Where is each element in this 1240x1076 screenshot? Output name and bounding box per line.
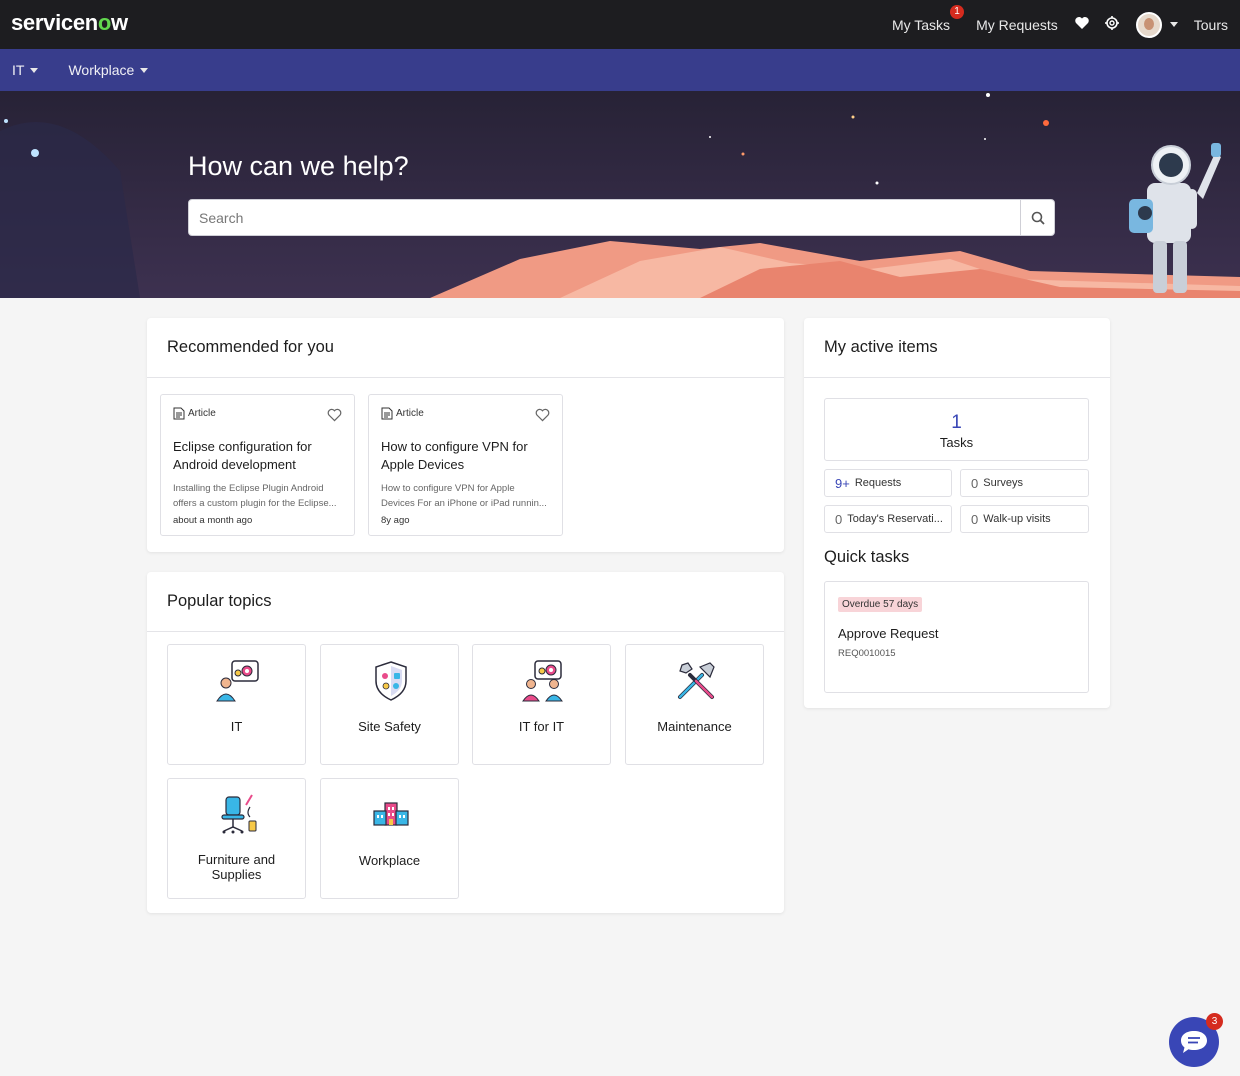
surveys-stat[interactable]: 0 Surveys <box>960 469 1089 497</box>
logo-o: o <box>97 10 112 35</box>
topic-furniture-and-supplies[interactable]: Furniture and Supplies <box>167 778 306 899</box>
chevron-down-icon <box>1169 22 1178 27</box>
active-items-title: My active items <box>804 318 1110 378</box>
article-type: Article <box>381 407 550 420</box>
quick-tasks-title: Quick tasks <box>824 548 910 566</box>
stat-label: Requests <box>854 477 902 489</box>
stat-label: Today's Reservati... <box>847 513 943 525</box>
servicenow-logo[interactable]: servicenow <box>11 10 128 36</box>
chat-button[interactable]: 3 <box>1169 1013 1223 1067</box>
quick-task-title: Approve Request <box>838 626 939 641</box>
my-tasks-link[interactable]: My Tasks 1 <box>891 4 965 33</box>
article-title[interactable]: Eclipse configuration for Android develo… <box>173 438 342 474</box>
article-card[interactable]: Article How to configure VPN for Apple D… <box>368 394 563 536</box>
topic-label: Workplace <box>358 853 421 868</box>
topic-label: Maintenance <box>657 719 732 734</box>
hero-title: How can we help? <box>188 151 409 181</box>
tasks-summary[interactable]: 1 Tasks <box>824 398 1089 461</box>
walk-up-visits-stat[interactable]: 0 Walk-up visits <box>960 505 1089 533</box>
article-description: Installing the Eclipse Plugin Android of… <box>173 483 337 509</box>
topic-label: IT <box>230 719 243 734</box>
search-icon <box>1031 211 1045 225</box>
chat-bubble-icon <box>1181 1031 1207 1053</box>
menu-workplace[interactable]: Workplace <box>68 62 149 78</box>
favorite-heart-icon[interactable] <box>327 408 342 422</box>
topic-it[interactable]: IT <box>167 644 306 765</box>
stat-label: Walk-up visits <box>983 513 1051 525</box>
top-nav: My Tasks 1 My Requests Tours <box>874 0 1228 49</box>
article-card[interactable]: Article Eclipse configuration for Androi… <box>160 394 355 536</box>
user-avatar-menu[interactable] <box>1135 11 1178 38</box>
reservations-stat[interactable]: 0 Today's Reservati... <box>824 505 952 533</box>
active-items-card: My active items 1 Tasks 9+ Requests 0 Surv… <box>804 318 1110 708</box>
menu-it-label: IT <box>12 62 25 78</box>
hero-banner: How can we help? <box>0 91 1240 298</box>
topic-label: IT for IT <box>518 719 565 734</box>
my-tasks-label: My Tasks <box>891 16 951 33</box>
stat-count: 0 <box>971 511 979 527</box>
chevron-down-icon <box>140 67 149 73</box>
favorite-heart-icon[interactable] <box>535 408 550 422</box>
shield-icon <box>375 661 407 701</box>
popular-topics-card: Popular topics IT Site Safety IT for IT … <box>147 572 784 913</box>
article-time: 8y ago <box>381 515 410 526</box>
topic-label: Site Safety <box>358 719 421 734</box>
it-support-icon <box>216 660 259 702</box>
quick-task-item[interactable]: Overdue 57 days Approve Request REQ00100… <box>824 581 1089 693</box>
article-type: Article <box>173 407 342 420</box>
overdue-badge: Overdue 57 days <box>838 597 923 612</box>
tours-link[interactable]: Tours <box>1194 17 1228 33</box>
document-icon <box>173 407 185 420</box>
office-chair-icon <box>221 794 257 834</box>
stat-count: 9+ <box>835 475 850 491</box>
search-input[interactable] <box>189 200 1020 235</box>
avatar <box>1135 11 1162 38</box>
article-description: How to configure VPN for Apple Devices F… <box>381 483 547 509</box>
stat-count: 0 <box>835 511 843 527</box>
logo-text: servicen <box>11 10 98 35</box>
sub-nav: IT Workplace <box>0 49 1240 91</box>
chat-badge: 3 <box>1206 1013 1223 1030</box>
my-requests-link[interactable]: My Requests <box>976 17 1058 33</box>
recommended-card: Recommended for you Article Eclipse conf… <box>147 318 784 552</box>
space-scene-illustration <box>0 91 1240 298</box>
topic-site-safety[interactable]: Site Safety <box>320 644 459 765</box>
tools-icon <box>678 662 715 699</box>
stat-count: 0 <box>971 475 979 491</box>
article-title[interactable]: How to configure VPN for Apple Devices <box>381 438 550 474</box>
search-button[interactable] <box>1020 200 1054 235</box>
article-time: about a month ago <box>173 515 253 526</box>
favorites-heart-icon[interactable] <box>1074 15 1090 34</box>
tasks-label: Tasks <box>939 435 974 450</box>
chevron-down-icon <box>30 67 39 73</box>
topic-workplace[interactable]: Workplace <box>320 778 459 899</box>
menu-it[interactable]: IT <box>12 62 39 78</box>
document-icon <box>381 407 393 420</box>
topic-maintenance[interactable]: Maintenance <box>625 644 764 765</box>
stat-label: Surveys <box>983 477 1023 489</box>
popular-topics-title: Popular topics <box>147 572 784 632</box>
article-type-label: Article <box>188 408 216 419</box>
requests-stat[interactable]: 9+ Requests <box>824 469 952 497</box>
my-tasks-badge: 1 <box>950 4 965 19</box>
logo-text-end: w <box>111 10 128 35</box>
topic-label: Furniture and Supplies <box>197 852 276 882</box>
tasks-count: 1 <box>951 412 962 433</box>
buildings-icon <box>373 802 409 826</box>
settings-gear-icon[interactable] <box>1104 15 1120 34</box>
recommended-title: Recommended for you <box>147 318 784 378</box>
top-header: servicenow My Tasks 1 My Requests Tours <box>0 0 1240 49</box>
topic-it-for-it[interactable]: IT for IT <box>472 644 611 765</box>
article-type-label: Article <box>396 408 424 419</box>
quick-task-number: REQ0010015 <box>838 648 896 659</box>
it-team-icon <box>522 660 563 702</box>
menu-workplace-label: Workplace <box>68 62 135 78</box>
search-bar <box>188 199 1055 236</box>
